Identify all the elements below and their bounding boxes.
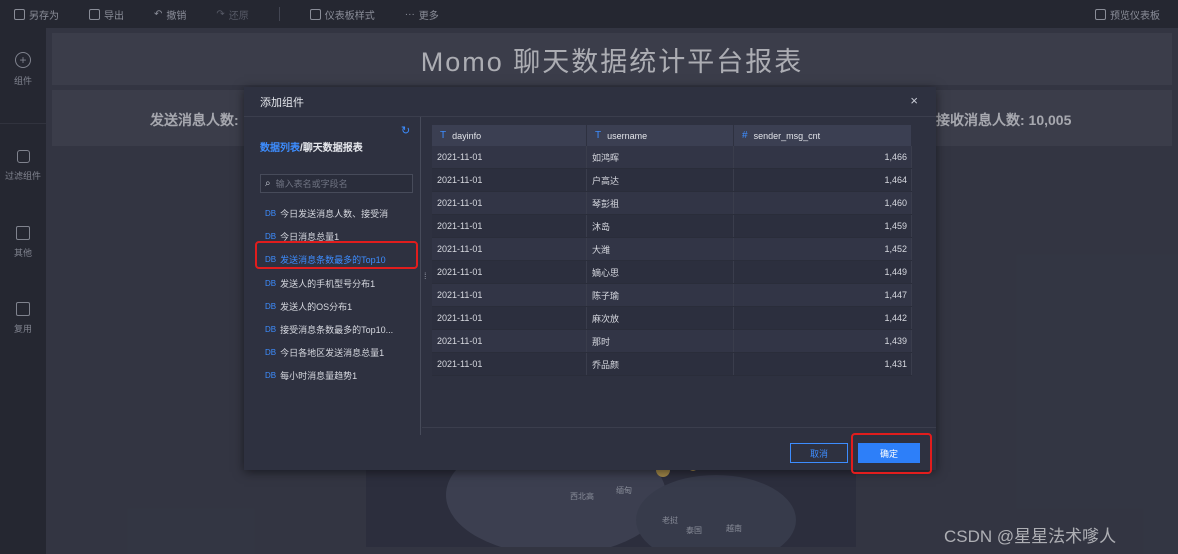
table-row: 2021-11-01 琴彭祖 1,460 [432,192,912,215]
breadcrumb-current: 聊天数据报表 [302,143,363,154]
table-list-panel: ↻ 数据列表/聊天数据报表 ⌕ DB今日发送消息人数、接受消 DB今日消息总量1… [244,117,421,435]
table-body: 2021-11-01 如鸿晖 1,466 2021-11-01 户高达 1,464 20… [432,146,912,376]
database-icon: DB [265,371,277,381]
add-component-dialog: 添加组件 × ↻ 数据列表/聊天数据报表 ⌕ DB今日发送消息人数、接受消 DB… [244,87,936,470]
highlight-confirm-button [851,433,932,474]
database-icon: DB [265,348,277,358]
dialog-header: 添加组件 [244,87,936,117]
list-item[interactable]: DB 发送人的手机型号分布1 [257,272,419,295]
table-row: 2021-11-01 乔品颜 1,431 [432,353,912,376]
close-icon[interactable]: × [910,93,918,108]
database-icon: DB [265,232,277,242]
list-item[interactable]: DB 接受消息条数最多的Top10... [257,318,419,341]
text-type-icon: T [440,130,447,141]
list-item[interactable]: DB 今日发送消息人数、接受消 [257,202,419,225]
database-icon: DB [265,209,277,219]
table-search-input[interactable] [275,178,396,189]
panel-resize-handle[interactable]: ⁞ [424,271,427,281]
column-header-sender-msg-cnt[interactable]: # sender_msg_cnt [734,125,912,146]
table-row: 2021-11-01 如鸿晖 1,466 [432,146,912,169]
table-row: 2021-11-01 陈子瑜 1,447 [432,284,912,307]
table-row: 2021-11-01 那时 1,439 [432,330,912,353]
list-item[interactable]: DB 今日各地区发送消息总量1 [257,341,419,364]
breadcrumb: 数据列表/聊天数据报表 [260,143,363,154]
table-search-box[interactable]: ⌕ [260,174,413,193]
database-icon: DB [265,301,277,311]
data-preview-table: Tdayinfo Tusername # sender_msg_cnt 2021-… [432,125,912,376]
table-header: Tdayinfo Tusername # sender_msg_cnt [432,125,912,146]
database-icon: DB [265,278,277,288]
column-header-dayinfo[interactable]: Tdayinfo [432,125,587,146]
breadcrumb-root[interactable]: 数据列表 [260,143,300,154]
list-item[interactable]: DB 每小时消息量趋势1 [257,364,419,387]
table-list: DB 今日发送消息人数、接受消 DB 今日消息总量1 DB 发送消息条数最多的Top1… [257,202,419,388]
table-row: 2021-11-01 大潍 1,452 [432,238,912,261]
search-icon: ⌕ [265,178,271,189]
table-row: 2021-11-01 麻次放 1,442 [432,307,912,330]
cancel-button[interactable]: 取消 [790,443,848,463]
table-row: 2021-11-01 沐岛 1,459 [432,215,912,238]
number-type-icon: # [742,130,748,141]
highlight-selected-table [255,241,418,269]
text-type-icon: T [595,130,602,141]
refresh-icon[interactable]: ↻ [401,124,410,137]
table-row: 2021-11-01 户高达 1,464 [432,169,912,192]
list-item[interactable]: DB 发送人的OS分布1 [257,295,419,318]
database-icon: DB [265,325,277,335]
footer-divider [422,427,936,428]
column-header-username[interactable]: Tusername [587,125,734,146]
table-row: 2021-11-01 嫡心思 1,449 [432,261,912,284]
dialog-title: 添加组件 [260,96,304,109]
